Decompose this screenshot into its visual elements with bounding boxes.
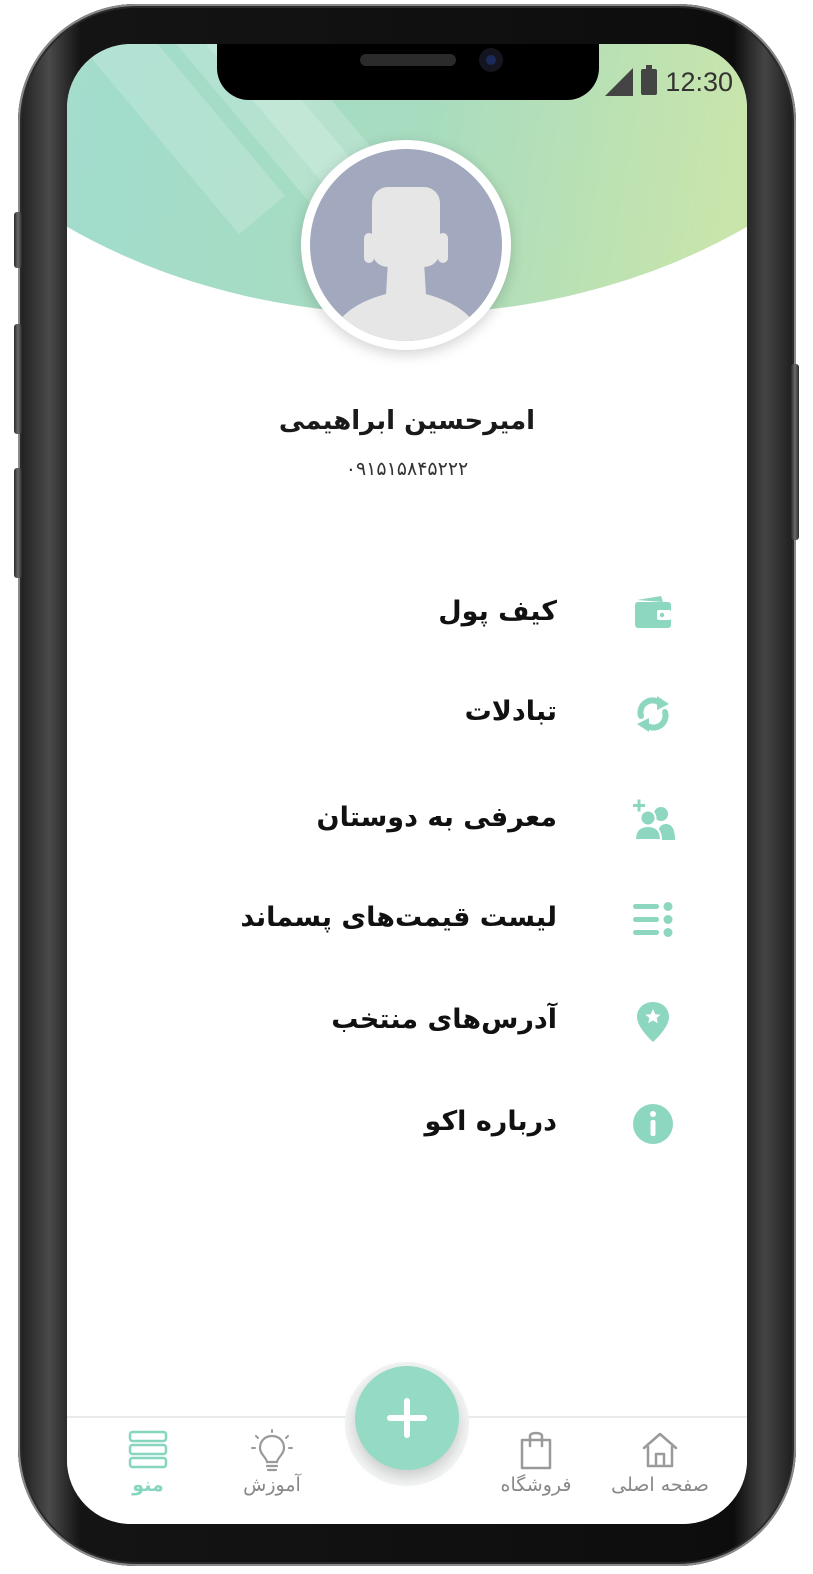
notch bbox=[217, 44, 599, 100]
home-icon bbox=[642, 1432, 678, 1468]
menu-item-waste-price-list[interactable]: لیست قیمت‌های پسماند bbox=[67, 888, 747, 952]
volume-up-button bbox=[14, 324, 22, 434]
screen: 12:30 امیرحسین ابراهیمی ۰۹۱۵۱۵۸۴۵۲۲۲ کیف… bbox=[67, 44, 747, 1524]
nav-label-home: صفحه اصلی bbox=[611, 1474, 709, 1496]
status-time: 12:30 bbox=[665, 66, 733, 97]
nav-item-learning[interactable]: آموزش bbox=[217, 1428, 327, 1524]
menu-item-saved-addresses[interactable]: آدرس‌های منتخب bbox=[67, 990, 747, 1054]
menu-item-transactions[interactable]: تبادلات bbox=[67, 682, 747, 746]
status-bar: 12:30 bbox=[605, 65, 733, 98]
nav-item-menu[interactable]: منو bbox=[93, 1428, 203, 1524]
avatar[interactable] bbox=[301, 140, 511, 350]
plus-icon bbox=[387, 1398, 427, 1438]
menu-item-label: تبادلات bbox=[464, 696, 557, 727]
menu-item-label: آدرس‌های منتخب bbox=[331, 1004, 557, 1035]
avatar-placeholder-icon bbox=[310, 149, 502, 341]
menu-item-label: لیست قیمت‌های پسماند bbox=[240, 902, 557, 933]
signal-icon bbox=[605, 68, 634, 96]
speaker-grill bbox=[360, 54, 456, 66]
info-icon bbox=[633, 1104, 673, 1144]
nav-item-home[interactable]: صفحه اصلی bbox=[605, 1428, 715, 1524]
nav-item-shop[interactable]: فروشگاه bbox=[481, 1428, 591, 1524]
add-button[interactable] bbox=[355, 1366, 459, 1470]
menu-item-wallet[interactable]: کیف پول bbox=[67, 582, 747, 646]
shopping-bag-icon bbox=[520, 1431, 552, 1470]
menu-item-label: معرفی به دوستان bbox=[316, 802, 557, 833]
wallet-icon bbox=[635, 596, 671, 628]
location-star-icon bbox=[637, 1002, 669, 1042]
menu-item-about-eco[interactable]: درباره اکو bbox=[67, 1092, 747, 1156]
menu-item-label: درباره اکو bbox=[424, 1106, 557, 1137]
volume-down-button bbox=[14, 468, 22, 578]
nav-label-shop: فروشگاه bbox=[500, 1474, 572, 1496]
power-button bbox=[791, 364, 799, 540]
nav-label-learning: آموزش bbox=[243, 1474, 301, 1496]
menu-item-invite-friends[interactable]: معرفی به دوستان bbox=[67, 788, 747, 852]
list-icon bbox=[633, 902, 673, 937]
side-button bbox=[14, 212, 22, 268]
nav-label-menu: منو bbox=[132, 1474, 164, 1496]
profile-phone: ۰۹۱۵۱۵۸۴۵۲۲۲ bbox=[345, 458, 469, 480]
front-camera bbox=[479, 48, 503, 72]
menu-icon bbox=[128, 1430, 168, 1469]
battery-icon bbox=[641, 65, 658, 95]
lightbulb-icon bbox=[251, 1429, 293, 1472]
refresh-icon bbox=[637, 696, 669, 732]
add-friends-icon bbox=[633, 799, 675, 841]
profile-name: امیرحسین ابراهیمی bbox=[278, 406, 536, 436]
menu-item-label: کیف پول bbox=[438, 596, 557, 627]
